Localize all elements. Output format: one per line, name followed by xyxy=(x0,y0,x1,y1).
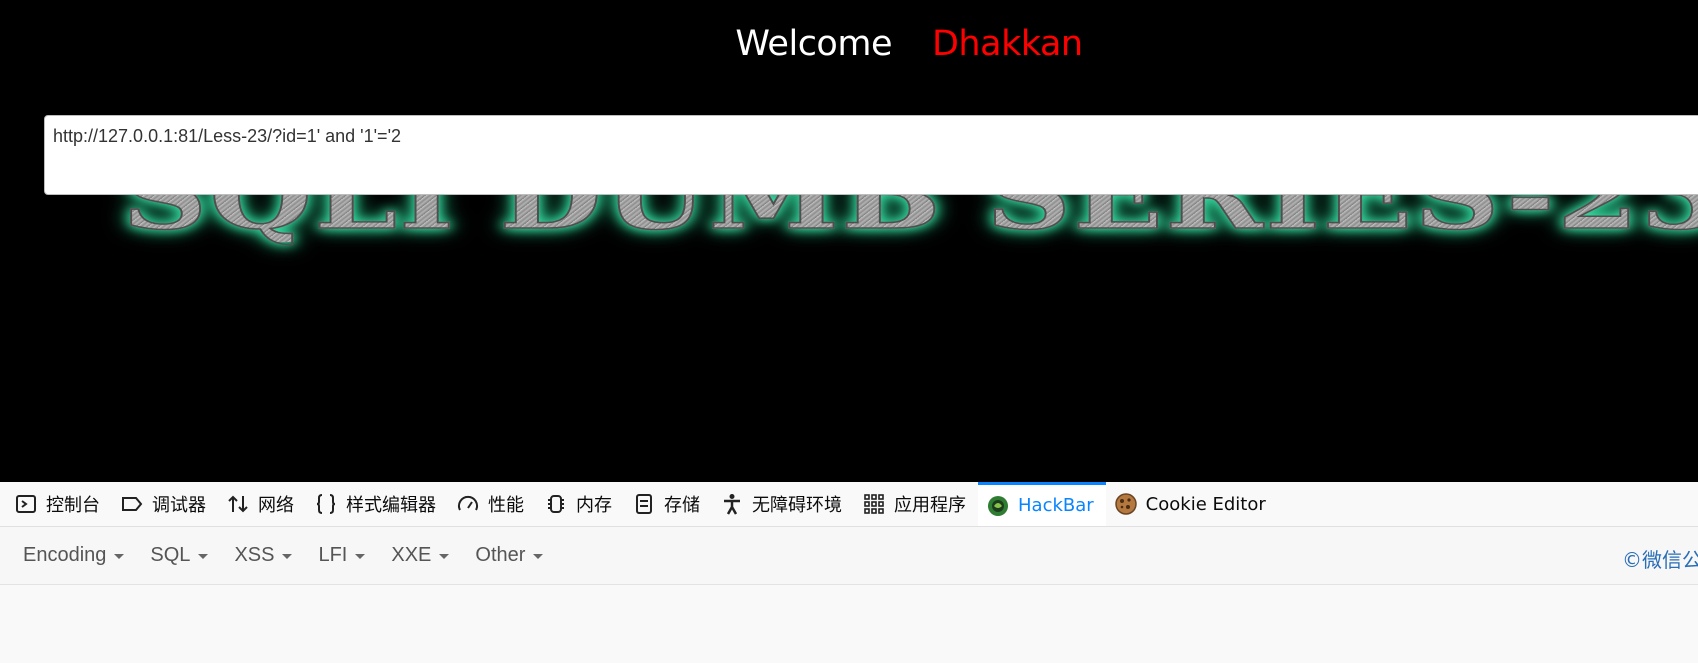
tab-memory[interactable]: 内存 xyxy=(536,482,624,526)
welcome-text: Welcome xyxy=(735,24,892,64)
accessibility-icon xyxy=(720,492,744,516)
application-icon xyxy=(862,492,886,516)
caret-down-icon xyxy=(439,554,450,559)
encoding-menu[interactable]: Encoding xyxy=(10,544,137,567)
caret-down-icon xyxy=(282,554,293,559)
tab-label: 样式编辑器 xyxy=(346,495,436,516)
console-icon xyxy=(14,492,38,516)
style-editor-icon xyxy=(314,492,338,516)
debugger-icon xyxy=(120,492,144,516)
menu-label: XSS xyxy=(234,544,275,566)
storage-icon xyxy=(632,492,656,516)
caret-down-icon xyxy=(114,554,125,559)
hackbar-toolbar: Encoding SQL XSS LFI XXE Other ©微信公 xyxy=(0,527,1698,585)
hackbar-icon xyxy=(986,494,1010,518)
tab-label: HackBar xyxy=(1018,495,1094,516)
tab-performance[interactable]: 性能 xyxy=(448,482,536,526)
tab-style-editor[interactable]: 样式编辑器 xyxy=(306,482,448,526)
menu-label: XXE xyxy=(391,544,432,566)
tab-cookie-editor[interactable]: Cookie Editor xyxy=(1106,482,1278,526)
lfi-menu[interactable]: LFI xyxy=(305,544,378,567)
xxe-menu[interactable]: XXE xyxy=(378,544,462,567)
menu-label: Other xyxy=(475,544,526,566)
user-name: Dhakkan xyxy=(931,24,1083,64)
caret-down-icon xyxy=(198,554,209,559)
tab-label: Cookie Editor xyxy=(1145,493,1266,515)
tab-label: 无障碍环境 xyxy=(752,495,842,516)
devtools-tabbar: 控制台 调试器 网络 样式编辑器 性能 内存 存储 无障碍环境 应用程序 Hac… xyxy=(0,482,1698,527)
tab-application[interactable]: 应用程序 xyxy=(854,482,978,526)
caret-down-icon xyxy=(533,554,544,559)
menu-label: Encoding xyxy=(23,544,107,566)
tab-label: 调试器 xyxy=(152,495,206,516)
tab-label: 网络 xyxy=(258,495,294,516)
tab-storage[interactable]: 存储 xyxy=(624,482,712,526)
url-input[interactable]: http://127.0.0.1:81/Less-23/?id=1' and '… xyxy=(44,115,1698,195)
devtools-panel: 控制台 调试器 网络 样式编辑器 性能 内存 存储 无障碍环境 应用程序 Hac… xyxy=(0,482,1698,663)
tab-label: 性能 xyxy=(488,495,524,516)
xss-menu[interactable]: XSS xyxy=(221,544,305,567)
tab-accessibility[interactable]: 无障碍环境 xyxy=(712,482,854,526)
menu-label: LFI xyxy=(318,544,348,566)
menu-label: SQL xyxy=(150,544,191,566)
tab-debugger[interactable]: 调试器 xyxy=(112,482,218,526)
welcome-line: Welcome Dhakkan xyxy=(0,24,1698,64)
tab-hackbar[interactable]: HackBar xyxy=(978,482,1106,526)
cookie-icon xyxy=(1114,492,1138,516)
tab-label: 控制台 xyxy=(46,495,100,516)
tab-console[interactable]: 控制台 xyxy=(6,482,112,526)
tab-label: 应用程序 xyxy=(894,495,966,516)
copyright-link[interactable]: ©微信公 xyxy=(1622,544,1698,573)
web-page: Welcome Dhakkan SQLI DUMB SERIES-23 xyxy=(0,0,1698,482)
sql-menu[interactable]: SQL xyxy=(137,544,221,567)
memory-icon xyxy=(544,492,568,516)
tab-label: 存储 xyxy=(664,495,700,516)
tab-label: 内存 xyxy=(576,495,612,516)
tab-network[interactable]: 网络 xyxy=(218,482,306,526)
network-icon xyxy=(226,492,250,516)
performance-icon xyxy=(456,492,480,516)
caret-down-icon xyxy=(355,554,366,559)
other-menu[interactable]: Other xyxy=(462,544,556,567)
